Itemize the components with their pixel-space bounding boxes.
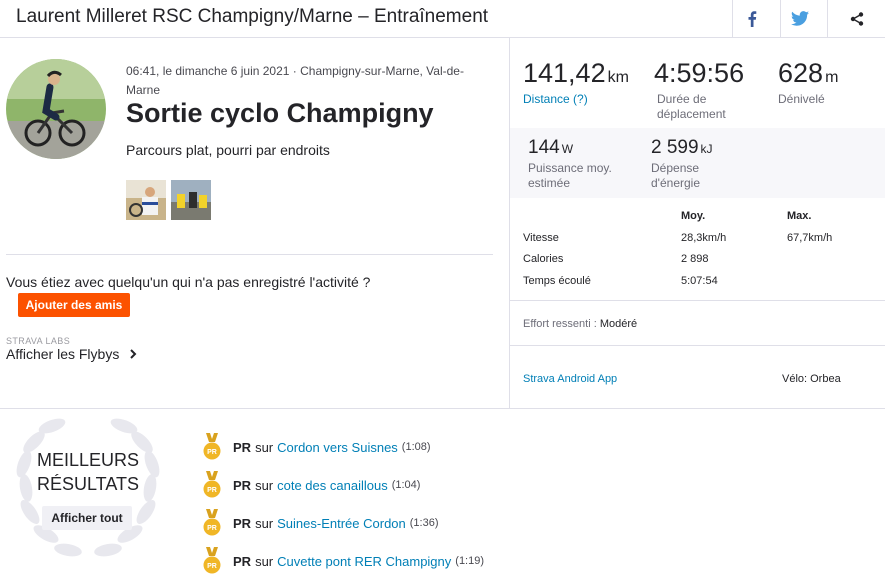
chevron-right-icon — [130, 349, 137, 359]
flyby-link[interactable]: Afficher les Flybys — [6, 346, 137, 362]
power-label: Puissance moy. estimée — [528, 161, 612, 190]
strava-labs-label: STRAVA LABS — [6, 336, 71, 346]
athlete-avatar[interactable] — [6, 59, 106, 159]
facebook-share-button[interactable] — [732, 0, 770, 37]
table-cell-avg: 5:07:54 — [681, 275, 718, 287]
segment-link[interactable]: Suines-Entrée Cordon — [277, 516, 406, 531]
list-item: PR PR sur Cordon vers Suisnes (1:08) — [203, 433, 431, 461]
column-divider — [509, 38, 510, 408]
section-divider — [510, 345, 885, 346]
best-efforts-title: MEILLEURS RÉSULTATS — [36, 450, 140, 494]
power-value: 144 W — [528, 137, 574, 158]
segment-link[interactable]: cote des canaillous — [277, 478, 388, 493]
svg-text:PR: PR — [207, 563, 217, 570]
twitter-share-button[interactable] — [780, 0, 818, 37]
svg-text:PR: PR — [207, 487, 217, 494]
table-header-max: Max. — [787, 210, 812, 222]
pr-medal-icon: PR — [203, 471, 221, 498]
pr-medal-icon: PR — [203, 547, 221, 574]
section-divider — [0, 408, 885, 409]
page-title: Laurent Milleret RSC Champigny/Marne – E… — [16, 6, 489, 27]
moving-time-label: Durée de déplacement — [657, 92, 726, 121]
segment-link[interactable]: Cuvette pont RER Champigny — [277, 554, 451, 569]
bike-info: Vélo: Orbea — [782, 373, 841, 385]
table-row-label: Calories — [523, 253, 564, 265]
section-divider — [6, 254, 493, 255]
twitter-icon — [790, 11, 809, 26]
flyby-label: Afficher les Flybys — [6, 346, 120, 362]
table-cell-avg: 2 898 — [681, 253, 709, 265]
energy-value: 2 599 kJ — [651, 137, 713, 158]
distance-label[interactable]: Distance (?) — [523, 92, 588, 107]
page-header: Laurent Milleret RSC Champigny/Marne – E… — [0, 0, 885, 38]
share-icon — [850, 11, 863, 26]
elevation-value: 628 m — [778, 58, 839, 88]
perceived-effort: Effort ressenti : Modéré — [523, 318, 638, 330]
device-app-link[interactable]: Strava Android App — [523, 373, 617, 385]
add-friends-button[interactable]: Ajouter des amis — [18, 293, 130, 317]
table-row-label: Temps écoulé — [523, 275, 591, 287]
segment-link[interactable]: Cordon vers Suisnes — [277, 440, 398, 455]
pr-medal-icon: PR — [203, 433, 221, 460]
svg-text:PR: PR — [207, 525, 217, 532]
share-button[interactable] — [827, 0, 885, 37]
elevation-label: Dénivelé — [778, 92, 825, 106]
energy-label: Dépense d'énergie — [651, 161, 700, 190]
show-all-button[interactable]: Afficher tout — [42, 506, 132, 530]
activity-photo-thumbnail[interactable] — [126, 180, 166, 220]
pr-medal-icon: PR — [203, 509, 221, 536]
activity-meta: 06:41, le dimanche 6 juin 2021 · Champig… — [126, 64, 464, 97]
facebook-icon — [748, 10, 756, 27]
add-friends-question: Vous étiez avec quelqu'un qui n'a pas en… — [6, 274, 371, 290]
svg-text:PR: PR — [207, 449, 217, 456]
list-item: PR PR sur Suines-Entrée Cordon (1:36) — [203, 509, 439, 537]
list-item: PR PR sur Cuvette pont RER Champigny (1:… — [203, 547, 484, 575]
list-item: PR PR sur cote des canaillous (1:04) — [203, 471, 420, 499]
section-divider — [510, 300, 885, 301]
table-header-avg: Moy. — [681, 210, 706, 222]
distance-value: 141,42 km — [523, 58, 629, 88]
perceived-effort-value: Modéré — [599, 318, 638, 330]
activity-description: Parcours plat, pourri par endroits — [126, 142, 330, 158]
activity-photo-thumbnail[interactable] — [171, 180, 211, 220]
table-cell-max: 67,7km/h — [787, 232, 833, 244]
activity-name: Sortie cyclo Champigny — [126, 98, 434, 128]
moving-time-value: 4:59:56 — [654, 58, 745, 88]
table-row-label: Vitesse — [523, 232, 559, 244]
table-cell-avg: 28,3km/h — [681, 232, 727, 244]
